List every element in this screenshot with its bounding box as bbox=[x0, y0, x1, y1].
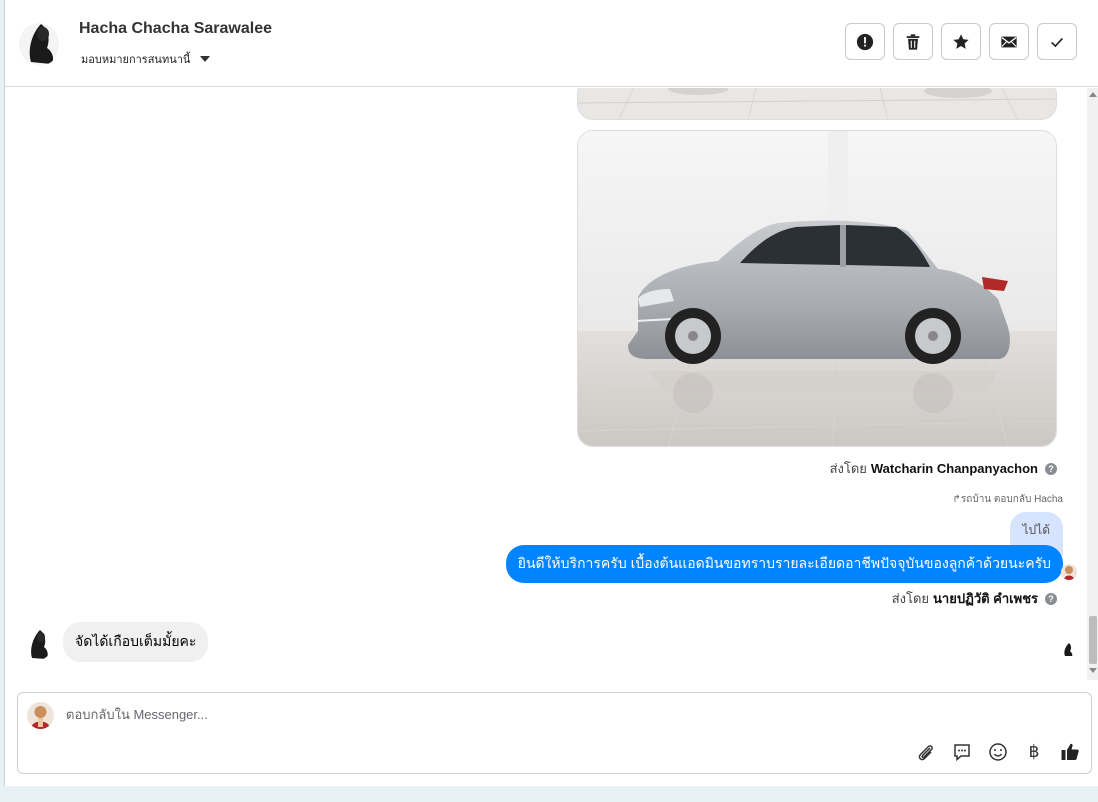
conversation-header: Hacha Chacha Sarawalee มอบหมายการสนทนานี… bbox=[5, 0, 1098, 87]
outgoing-message[interactable]: ยินดีให้บริการครับ เบื้องต้นแอดมินขอทราบ… bbox=[505, 545, 1063, 583]
smiley-icon bbox=[989, 743, 1007, 761]
reply-note: ↱รถบ้าน ตอบกลับ Hacha bbox=[953, 492, 1063, 507]
sender-name: Watcharin Chanpanyachon bbox=[870, 461, 1038, 476]
emoji-button[interactable] bbox=[987, 741, 1009, 763]
payment-button[interactable]: ฿ bbox=[1023, 741, 1045, 763]
question-circle-icon[interactable]: ? bbox=[1045, 592, 1057, 605]
caret-down-icon bbox=[200, 56, 211, 62]
baht-icon: ฿ bbox=[1028, 742, 1040, 761]
sender-prefix: ส่งโดย bbox=[829, 461, 867, 476]
trash-icon bbox=[906, 33, 920, 50]
thumbs-up-icon bbox=[1061, 743, 1079, 760]
agent-avatar bbox=[27, 702, 54, 729]
image-sender-line: ส่งโดย Watcharin Chanpanyachon ? bbox=[830, 458, 1057, 479]
mark-done-button[interactable] bbox=[1037, 23, 1077, 60]
report-button[interactable] bbox=[845, 23, 885, 60]
agent-avatar bbox=[1061, 564, 1077, 580]
car-photo-top[interactable] bbox=[577, 88, 1057, 120]
paperclip-icon bbox=[918, 745, 933, 761]
reply-input[interactable] bbox=[66, 707, 766, 722]
exclamation-circle-icon bbox=[856, 33, 874, 50]
assign-conversation-dropdown[interactable]: มอบหมายการสนทนานี้ bbox=[81, 50, 211, 68]
star-button[interactable] bbox=[941, 23, 981, 60]
scrollbar-thumb[interactable] bbox=[1089, 616, 1097, 664]
seen-indicator-avatar bbox=[1060, 641, 1076, 657]
delete-button[interactable] bbox=[893, 23, 933, 60]
message-thread[interactable]: ส่งโดย Watcharin Chanpanyachon ? ↱รถบ้าน… bbox=[5, 88, 1098, 680]
incoming-message[interactable]: จัดได้เกือบเต็มมั้ยคะ bbox=[63, 622, 209, 662]
saved-replies-button[interactable] bbox=[951, 741, 973, 763]
contact-name: Hacha Chacha Sarawalee bbox=[79, 20, 272, 37]
like-button[interactable] bbox=[1059, 741, 1081, 763]
assign-label: มอบหมายการสนทนานี้ bbox=[81, 54, 191, 66]
header-actions bbox=[845, 23, 1077, 60]
attach-button[interactable] bbox=[915, 741, 937, 763]
scroll-down-arrow-icon[interactable] bbox=[1089, 668, 1097, 673]
conversation-panel: Hacha Chacha Sarawalee มอบหมายการสนทนานี… bbox=[4, 0, 1098, 786]
reply-note-text: รถบ้าน ตอบกลับ Hacha bbox=[960, 494, 1063, 505]
contact-avatar[interactable] bbox=[17, 18, 61, 66]
question-circle-icon[interactable]: ? bbox=[1045, 462, 1057, 475]
scroll-up-arrow-icon[interactable] bbox=[1089, 92, 1097, 97]
envelope-icon bbox=[1001, 36, 1017, 47]
composer-toolbar: ฿ bbox=[915, 741, 1081, 763]
star-icon bbox=[953, 33, 969, 49]
sender-name: นายปฏิวัติ คำเพชร bbox=[933, 591, 1038, 606]
reply-arrow-icon: ↱ bbox=[952, 494, 961, 505]
contact-avatar-small[interactable] bbox=[23, 626, 53, 660]
chat-bubble-icon bbox=[954, 744, 970, 762]
outgoing-sender-line: ส่งโดย นายปฏิวัติ คำเพชร ? bbox=[892, 588, 1057, 609]
check-icon bbox=[1051, 37, 1063, 47]
car-photo[interactable] bbox=[577, 130, 1057, 447]
mark-unread-button[interactable] bbox=[989, 23, 1029, 60]
chat-scrollbar[interactable] bbox=[1087, 88, 1098, 680]
message-composer: ฿ bbox=[17, 692, 1092, 774]
sender-prefix: ส่งโดย bbox=[891, 591, 930, 606]
